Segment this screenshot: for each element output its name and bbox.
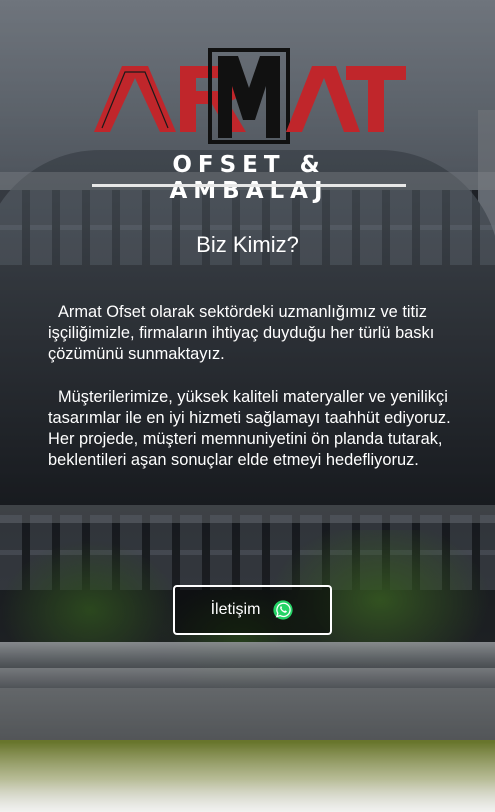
contact-button[interactable]: İletişim [173, 585, 332, 635]
section-title: Biz Kimiz? [196, 232, 299, 257]
about-paragraph-1: Armat Ofset olarak sektördeki uzmanlığım… [48, 303, 435, 363]
hero-content: OFSET & AMBALAJ Biz Kimiz? Armat Ofset o… [0, 0, 495, 812]
contact-button-label: İletişim [210, 601, 261, 618]
logo-subtitle: OFSET & AMBALAJ [169, 152, 329, 204]
about-paragraph-2: Müşterilerimize, yüksek kaliteli materya… [48, 388, 451, 469]
logo-underline [92, 184, 406, 187]
whatsapp-icon [273, 600, 294, 620]
